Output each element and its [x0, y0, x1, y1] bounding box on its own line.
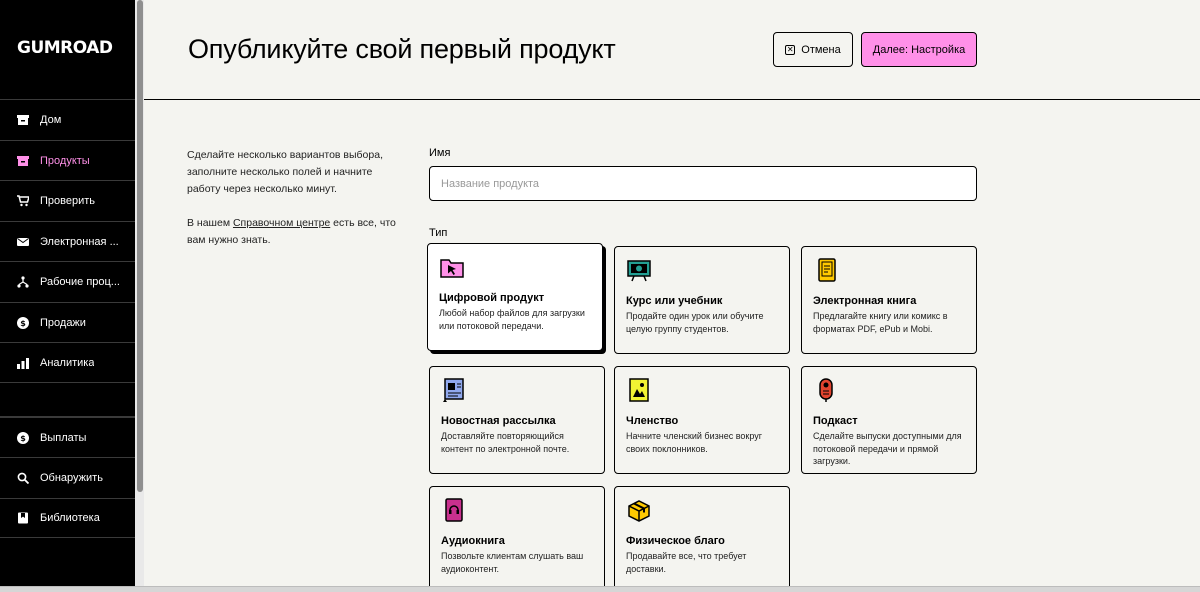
search-icon [17, 472, 29, 484]
podcast-icon [813, 377, 839, 403]
bar-chart-icon [17, 357, 29, 369]
sidebar-item-payouts[interactable]: $ Выплаты [0, 417, 135, 457]
type-card-description: Продавайте все, что требует доставки. [626, 551, 747, 574]
cancel-label: Отмена [801, 43, 841, 56]
type-card-description: Любой набор файлов для загрузки или пото… [439, 308, 585, 331]
type-card-title: Электронная книга [813, 295, 917, 307]
newsletter-icon [441, 377, 467, 403]
sidebar-scrollbar-thumb[interactable] [137, 0, 143, 492]
type-card-title: Цифровой продукт [439, 292, 545, 304]
sidebar-item-label: Электронная ... [40, 235, 119, 248]
type-card-title: Подкаст [813, 415, 858, 427]
sidebar-item-sales[interactable]: $ Продажи [0, 302, 135, 342]
dollar-icon: $ [17, 431, 29, 444]
type-card-description: Начните членский бизнес вокруг своих пок… [626, 431, 763, 454]
type-label: Тип [429, 227, 448, 239]
cart-icon [17, 194, 29, 207]
audiobook-icon [441, 497, 467, 523]
sidebar-item-discover[interactable]: Обнаружить [0, 457, 135, 497]
type-card-description: Продайте один урок или обучите целую гру… [626, 311, 764, 334]
sidebar-item-label: Проверить [40, 194, 96, 207]
type-card-podcast[interactable]: Подкаст Сделайте выпуски доступными для … [801, 366, 977, 474]
sidebar-item-label: Продукты [40, 154, 90, 167]
sidebar-item-email[interactable]: Электронная ... [0, 221, 135, 261]
type-card-ebook[interactable]: Электронная книга Предлагайте книгу или … [801, 246, 977, 354]
type-card-physical-good[interactable]: Физическое благо Продавайте все, что тре… [614, 486, 790, 592]
product-name-input[interactable] [429, 166, 977, 201]
sidebar-item-home[interactable]: Дом [0, 99, 135, 139]
help-center-link[interactable]: Справочном центре [233, 217, 330, 229]
type-card-title: Физическое благо [626, 535, 725, 547]
next-settings-button[interactable]: Далее: Настройка [861, 32, 977, 67]
page-title: Опубликуйте свой первый продукт [188, 34, 616, 64]
sidebar-item-products[interactable]: Продукты [0, 140, 135, 180]
sidebar-item-label: Рабочие проц... [40, 275, 120, 288]
type-card-description: Позвольте клиентам слушать ваш аудиоконт… [441, 551, 584, 574]
home-icon [17, 114, 29, 126]
help-text-before: В нашем [187, 217, 233, 229]
type-card-newsletter[interactable]: Новостная рассылка Доставляйте повторяющ… [429, 366, 605, 474]
course-icon [626, 257, 652, 283]
sidebar-item-label: Библиотека [40, 512, 100, 524]
sidebar-item-analytics[interactable]: Аналитика [0, 342, 135, 382]
archive-icon [17, 155, 29, 167]
svg-text:$: $ [20, 434, 26, 443]
cancel-button[interactable]: ✕ Отмена [773, 32, 853, 67]
sidebar-item-checkout[interactable]: Проверить [0, 180, 135, 220]
sidebar-item-label: Обнаружить [40, 471, 103, 484]
intro-text: Сделайте несколько вариантов выбора, зап… [187, 147, 397, 249]
envelope-icon [17, 236, 29, 248]
bookmark-icon [17, 512, 29, 524]
type-card-digital-product[interactable]: Цифровой продукт Любой набор файлов для … [427, 243, 603, 351]
sidebar-item-library[interactable]: Библиотека [0, 498, 135, 538]
membership-icon [626, 377, 652, 403]
help-paragraph: В нашем Справочном центре есть все, что … [187, 215, 397, 249]
sidebar-item-label: Аналитика [40, 356, 95, 369]
workflow-icon [17, 275, 29, 288]
sidebar: GUMROAD Дом Продукты Проверить Электронн… [0, 0, 135, 592]
sidebar-item-label: Дом [40, 113, 62, 126]
dollar-icon: $ [17, 316, 29, 329]
type-card-description: Предлагайте книгу или комикс в форматах … [813, 311, 948, 334]
gumroad-logo[interactable]: GUMROAD [17, 38, 113, 58]
sidebar-item-label: Выплаты [40, 431, 87, 444]
type-card-audiobook[interactable]: Аудиокнига Позвольте клиентам слушать ва… [429, 486, 605, 592]
type-card-description: Доставляйте повторяющийся контент по эле… [441, 431, 570, 454]
type-card-title: Курс или учебник [626, 295, 723, 307]
sidebar-spacer [0, 382, 135, 417]
os-taskbar [0, 586, 1200, 592]
page-header: Опубликуйте свой первый продукт ✕ Отмена… [144, 0, 1200, 100]
physical-good-icon [626, 497, 652, 523]
type-card-description: Сделайте выпуски доступными для потоково… [813, 431, 962, 466]
digital-product-icon [439, 254, 465, 280]
type-card-title: Членство [626, 415, 679, 427]
intro-paragraph: Сделайте несколько вариантов выбора, зап… [187, 149, 383, 195]
type-card-membership[interactable]: Членство Начните членский бизнес вокруг … [614, 366, 790, 474]
type-card-title: Аудиокнига [441, 535, 505, 547]
sidebar-item-workflows[interactable]: Рабочие проц... [0, 261, 135, 301]
sidebar-item-label: Продажи [40, 316, 86, 329]
close-icon: ✕ [785, 44, 796, 55]
type-card-course[interactable]: Курс или учебник Продайте один урок или … [614, 246, 790, 354]
ebook-icon [813, 257, 839, 283]
type-card-title: Новостная рассылка [441, 415, 556, 427]
svg-text:$: $ [20, 319, 26, 328]
name-label: Имя [429, 147, 451, 159]
